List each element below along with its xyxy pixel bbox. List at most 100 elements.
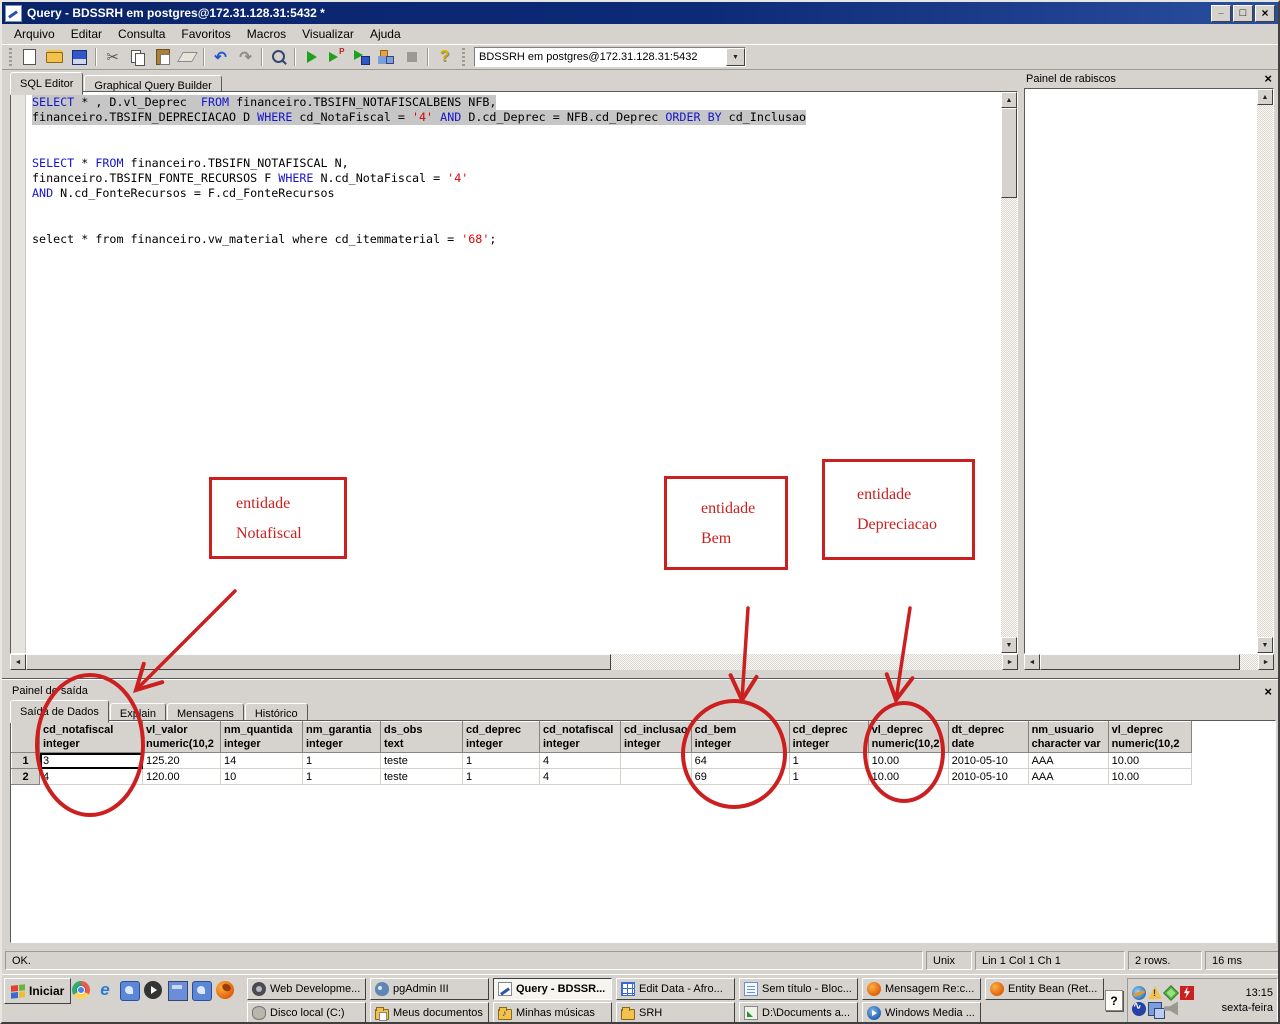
wave-tray-icon[interactable]	[1132, 1001, 1146, 1016]
network-tray-icon[interactable]	[1148, 1001, 1165, 1019]
scroll-track[interactable]	[26, 654, 1002, 670]
sql-editor-text[interactable]: SELECT * , D.vl_Deprec FROM financeiro.T…	[26, 92, 1001, 653]
grid-cell[interactable]: 2010-05-10	[948, 752, 1029, 769]
messenger-icon[interactable]	[192, 981, 212, 1001]
grid-cell[interactable]: 125.20	[142, 752, 221, 769]
warning-tray-icon[interactable]	[1148, 985, 1162, 999]
scroll-track[interactable]	[1257, 105, 1273, 637]
cancel-button[interactable]	[399, 46, 424, 68]
scroll-left-button[interactable]	[1024, 654, 1040, 670]
scroll-left-button[interactable]	[10, 654, 26, 670]
taskbar-button-query-bdssr-[interactable]: Query - BDSSR...	[493, 978, 612, 1000]
grid-cell[interactable]: AAA	[1028, 768, 1109, 785]
grid-column-header[interactable]: nm_quantida integer	[220, 721, 303, 753]
menu-visualizar[interactable]: Visualizar	[294, 25, 362, 43]
grid-column-header[interactable]: nm_usuario character var	[1027, 721, 1109, 753]
help-button[interactable]	[432, 46, 457, 68]
scroll-thumb[interactable]	[1001, 108, 1017, 198]
grid-cell[interactable]: 1	[789, 752, 869, 769]
close-button[interactable]	[1255, 4, 1275, 22]
taskbar-button-windows-media-[interactable]: Windows Media ...	[862, 1002, 981, 1022]
cube-tray-icon[interactable]	[1163, 984, 1179, 1001]
taskbar-button-srh[interactable]: SRH	[616, 1002, 735, 1022]
redo-button[interactable]	[233, 46, 258, 68]
taskbar-button-pgadmin-iii[interactable]: pgAdmin III	[370, 978, 489, 1000]
new-file-button[interactable]	[17, 46, 42, 68]
grid-cell[interactable]: 64	[691, 752, 790, 769]
grid-column-header[interactable]: cd_notafiscal integer	[539, 721, 621, 753]
firefox-icon[interactable]	[216, 981, 234, 999]
messenger-icon[interactable]	[120, 981, 140, 1001]
grid-column-header[interactable]: cd_notafiscal integer	[39, 721, 143, 753]
scroll-down-button[interactable]	[1001, 637, 1017, 653]
tab-sql-editor[interactable]: SQL Editor	[10, 72, 84, 95]
grid-cell[interactable]: 3	[39, 752, 143, 769]
grid-cell[interactable]: 4	[39, 768, 143, 785]
find-button[interactable]	[266, 46, 291, 68]
grid-cell[interactable]: teste	[380, 752, 463, 769]
row-number-cell[interactable]: 2	[11, 768, 40, 785]
grid-column-header[interactable]: ds_obs text	[380, 721, 463, 753]
grid-cell[interactable]: 10.00	[868, 752, 949, 769]
scroll-down-button[interactable]	[1257, 637, 1273, 653]
grid-column-header[interactable]: dt_deprec date	[947, 721, 1029, 753]
grid-column-header[interactable]: cd_inclusao integer	[620, 721, 692, 753]
speaker-tray-icon[interactable]	[1164, 1001, 1178, 1016]
menu-favoritos[interactable]: Favoritos	[173, 25, 238, 43]
connection-combobox[interactable]: BDSSRH em postgres@172.31.128.31:5432	[474, 47, 746, 67]
menu-editar[interactable]: Editar	[63, 25, 110, 43]
maximize-button[interactable]	[1233, 4, 1253, 22]
taskbar-button-meus-documentos[interactable]: Meus documentos	[370, 1002, 489, 1022]
grid-cell[interactable]: teste	[380, 768, 463, 785]
taskbar-button-sem-t-tulo-bloc-[interactable]: Sem título - Bloc...	[739, 978, 858, 1000]
row-number-cell[interactable]: 1	[11, 752, 40, 769]
grid-cell[interactable]: 4	[539, 752, 621, 769]
grid-column-header[interactable]: nm_garantia integer	[302, 721, 381, 753]
taskbar-button-minhas-m-sicas[interactable]: Minhas músicas	[493, 1002, 612, 1022]
minimize-button[interactable]	[1211, 4, 1231, 22]
sql-editor[interactable]: SELECT * , D.vl_Deprec FROM financeiro.T…	[10, 91, 1018, 654]
scroll-up-button[interactable]	[1001, 92, 1017, 108]
grid-cell[interactable]	[620, 752, 692, 769]
scratch-panel[interactable]	[1024, 88, 1274, 654]
scroll-thumb[interactable]	[26, 654, 611, 670]
grid-column-header[interactable]: cd_deprec integer	[462, 721, 540, 753]
grid-column-header[interactable]: cd_bem integer	[690, 721, 790, 753]
grid-cell[interactable]: AAA	[1028, 752, 1109, 769]
toolbar-grip[interactable]	[462, 48, 465, 66]
grid-cell[interactable]: 10.00	[1108, 768, 1192, 785]
editor-vertical-scrollbar[interactable]	[1001, 92, 1017, 653]
editor-horizontal-scrollbar[interactable]	[10, 654, 1018, 670]
taskbar-button-edit-data-afro-[interactable]: Edit Data - Afro...	[616, 978, 735, 1000]
lightning-tray-icon[interactable]	[1180, 985, 1194, 1000]
help-notification-icon[interactable]: ?	[1105, 990, 1123, 1011]
cut-button[interactable]	[100, 46, 125, 68]
chevron-down-icon[interactable]	[726, 48, 745, 66]
scratch-vertical-scrollbar[interactable]	[1257, 89, 1273, 653]
grid-cell[interactable]: 4	[539, 768, 621, 785]
globe-tray-icon[interactable]	[1132, 985, 1146, 1000]
menu-consulta[interactable]: Consulta	[110, 25, 173, 43]
grid-column-header[interactable]: vl_deprec numeric(10,2	[867, 721, 949, 753]
explain-button[interactable]	[324, 46, 349, 68]
scroll-right-button[interactable]	[1002, 654, 1018, 670]
close-icon[interactable]: ×	[1264, 72, 1272, 85]
grid-column-header[interactable]: vl_deprec numeric(10,2	[1107, 721, 1192, 753]
grid-cell[interactable]: 1	[302, 768, 381, 785]
scratch-panel-content[interactable]	[1025, 89, 1257, 653]
grid-cell[interactable]: 10.00	[868, 768, 949, 785]
menu-macros[interactable]: Macros	[239, 25, 294, 43]
grid-cell[interactable]: 69	[691, 768, 790, 785]
taskbar-button-entity-bean-ret-[interactable]: Entity Bean (Ret...	[985, 978, 1104, 1000]
grid-cell[interactable]: 120.00	[142, 768, 221, 785]
grid-cell[interactable]: 1	[462, 768, 540, 785]
menu-ajuda[interactable]: Ajuda	[362, 25, 409, 43]
execute-button[interactable]	[299, 46, 324, 68]
taskbar-button-d-documents-a-[interactable]: D:\Documents a...	[739, 1002, 858, 1022]
tab-sa-da-de-dados[interactable]: Saída de Dados	[10, 700, 109, 723]
scratch-horizontal-scrollbar[interactable]	[1024, 654, 1274, 670]
taskbar-button-disco-local-c-[interactable]: Disco local (C:)	[247, 1002, 366, 1022]
grid-cell[interactable]: 1	[302, 752, 381, 769]
start-button[interactable]: Iniciar	[4, 978, 72, 1004]
copy-button[interactable]	[125, 46, 150, 68]
